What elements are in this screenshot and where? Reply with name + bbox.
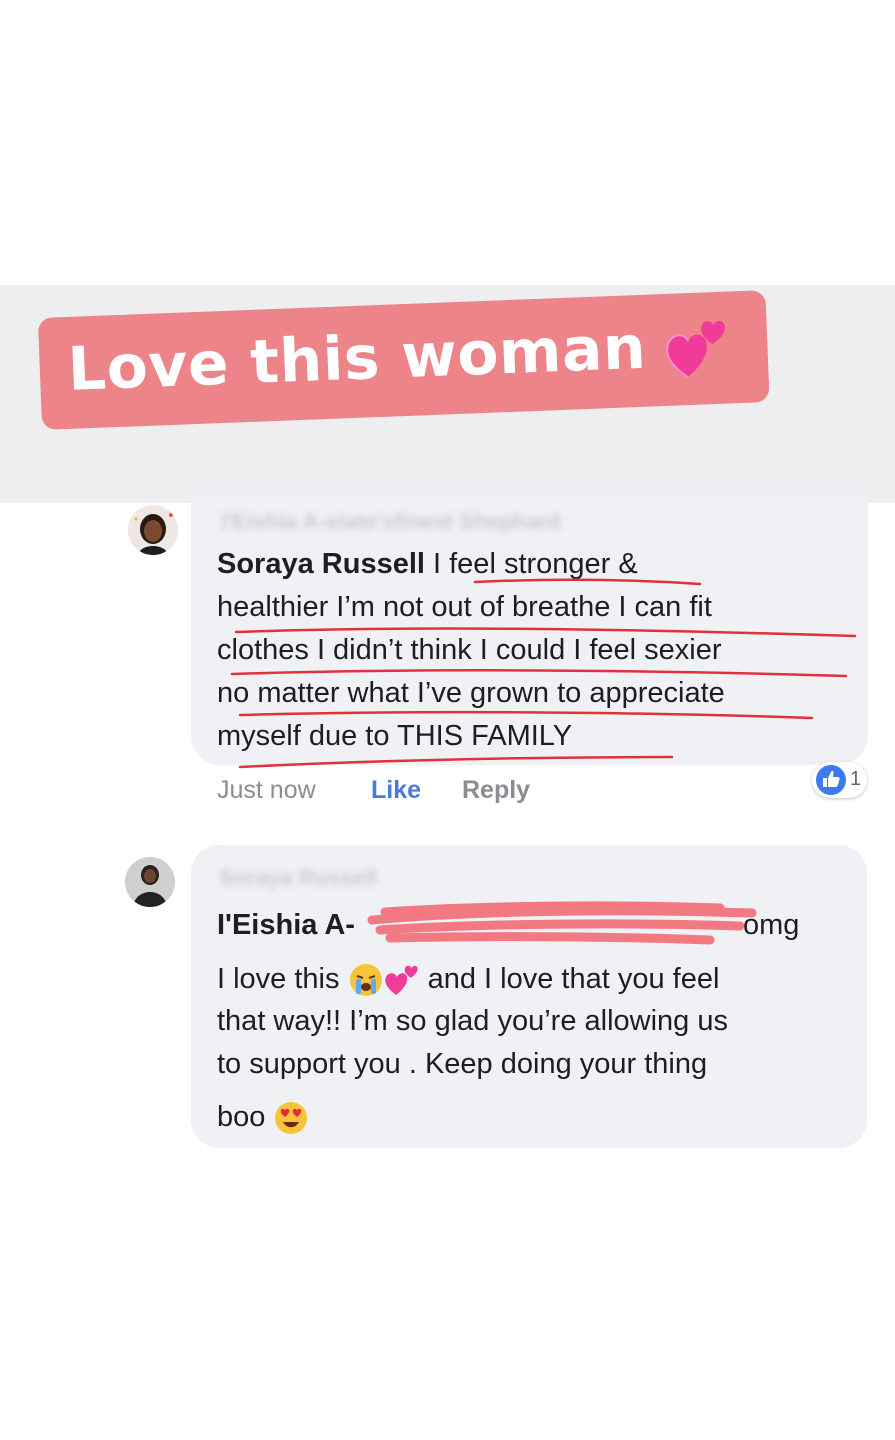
two-hearts-icon — [384, 966, 418, 996]
comment-author[interactable]: I'Eishia A- — [217, 909, 355, 941]
comment-line: I feel stronger & — [424, 548, 638, 580]
comment-bubble: l'Eishia A-state'sfinest Shephard Soraya… — [191, 495, 868, 765]
reaction-badge[interactable]: 1 — [812, 762, 867, 798]
comment-line: no matter what I’ve grown to appreciate — [217, 677, 725, 709]
thumbs-up-icon — [816, 765, 846, 795]
reaction-count: 1 — [850, 768, 862, 790]
comment-line: boo — [217, 1101, 274, 1133]
comment-timestamp: Just now — [217, 776, 316, 804]
comment-bubble: Soraya Russell I'Eishia A-omg I love thi… — [191, 845, 867, 1148]
loudly-crying-face-icon — [349, 964, 382, 997]
avatar-photo — [125, 857, 175, 907]
comment-author[interactable]: Soraya Russell — [217, 548, 425, 580]
heart-eyes-face-icon — [275, 1102, 308, 1135]
reply-button[interactable]: Reply — [462, 776, 530, 805]
comment-line: that way!! I’m so glad you’re allowing u… — [217, 1005, 728, 1037]
blurred-reply-to-name: Soraya Russell — [219, 865, 377, 890]
avatar-photo — [128, 505, 178, 555]
comment-line: healthier I’m not out of breathe I can f… — [217, 591, 712, 623]
comment-body: Soraya Russell I feel stronger & healthi… — [217, 543, 725, 758]
comment-line: and I love that you feel — [419, 963, 720, 995]
comment-line: omg — [742, 909, 800, 941]
avatar[interactable] — [128, 505, 178, 555]
comment-line: myself due to THIS FAMILY — [217, 720, 573, 752]
two-hearts-icon — [666, 320, 725, 378]
comment-line: to support you . Keep doing your thing — [217, 1048, 708, 1080]
comment-line: I love this — [217, 963, 348, 995]
blurred-reply-to-name: l'Eishia A-state'sfinest Shephard — [221, 509, 561, 534]
comment-body: I'Eishia A-omg I love this and I love th… — [217, 900, 799, 1142]
like-button[interactable]: Like — [371, 776, 421, 805]
avatar[interactable] — [125, 857, 175, 907]
comment-line: clothes I didn’t think I could I feel se… — [217, 634, 722, 666]
caption-text: Love this woman — [66, 312, 648, 405]
